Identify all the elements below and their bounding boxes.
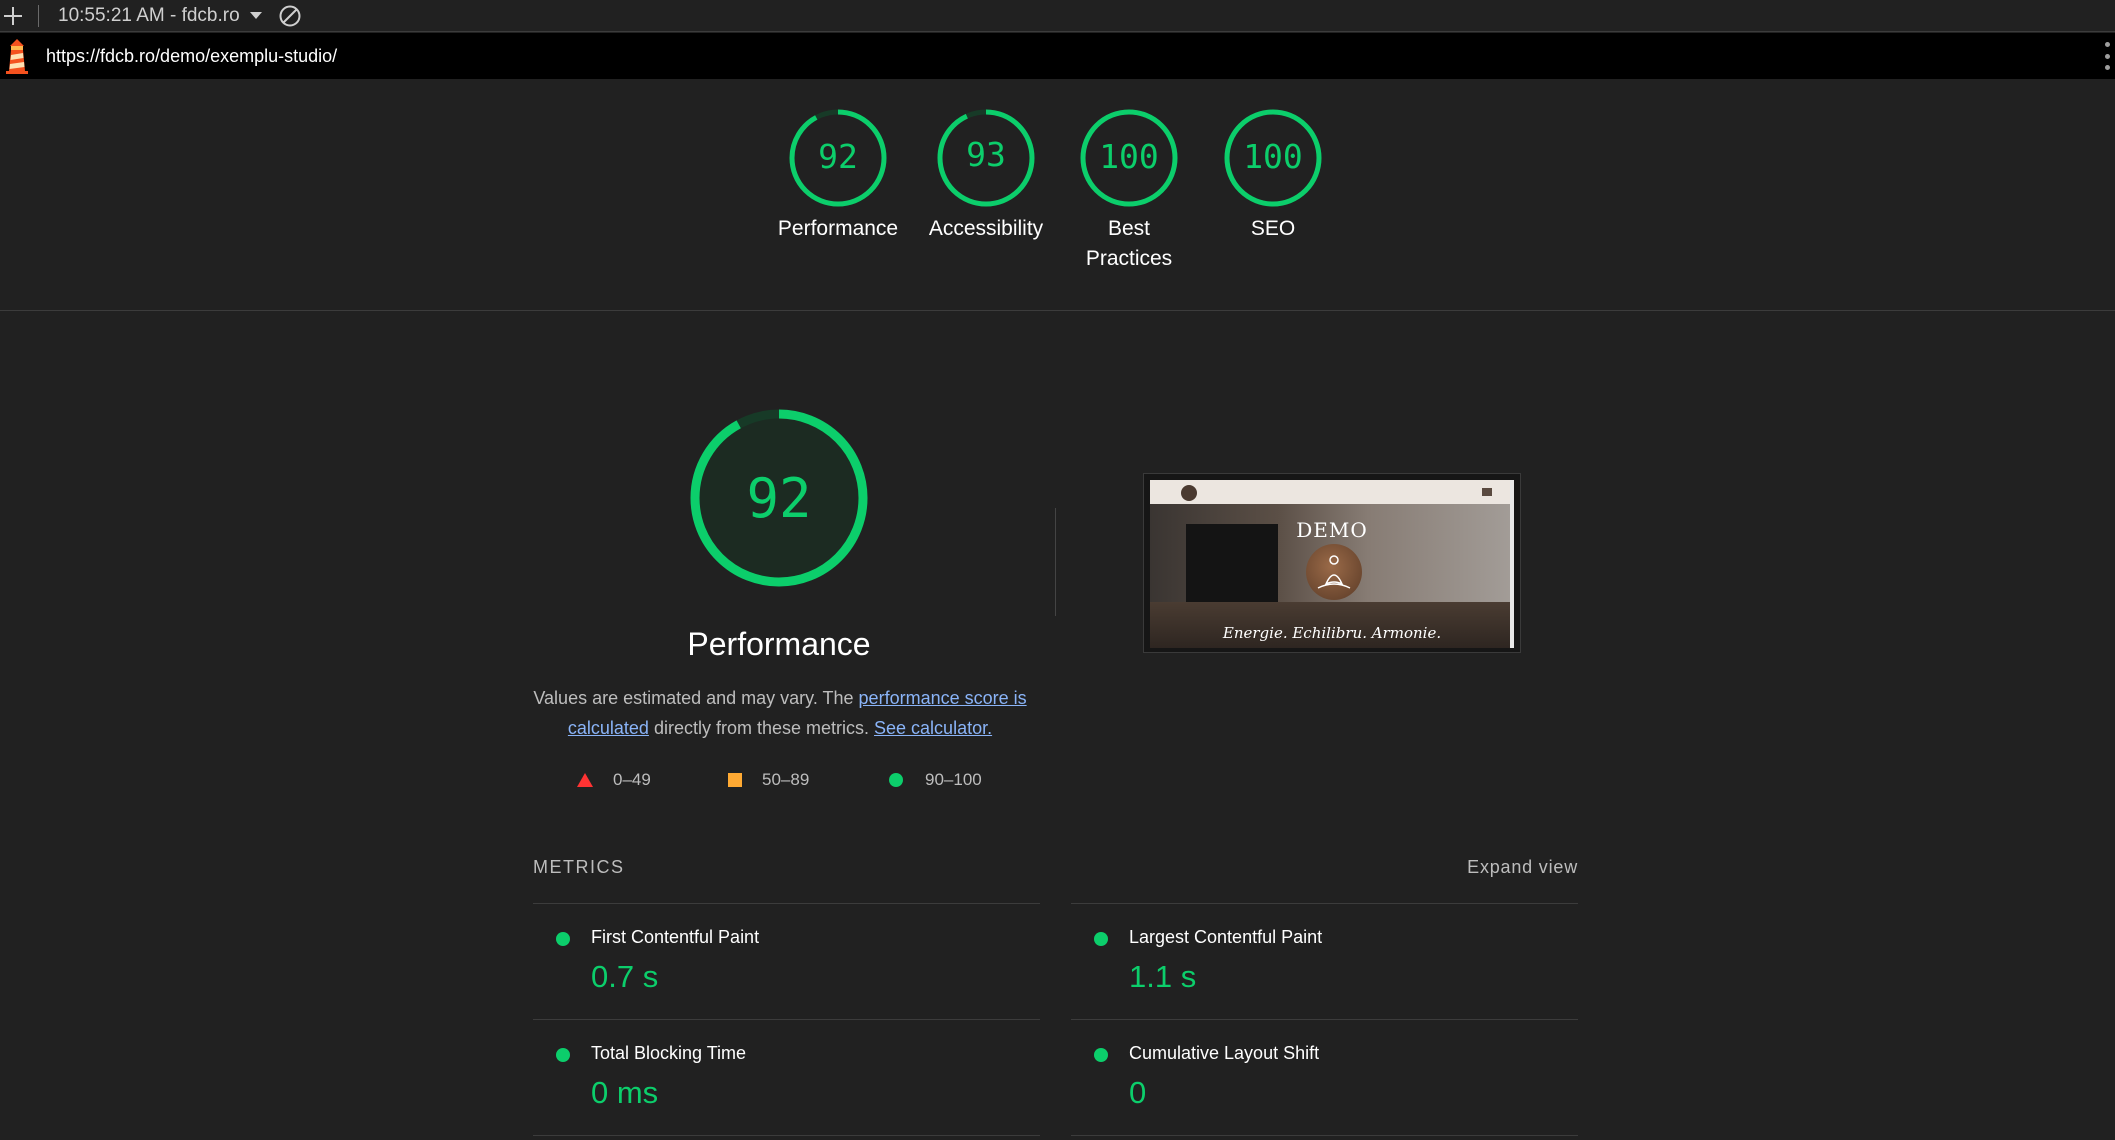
metrics-header: METRICS Expand view [533,857,1578,881]
gauge-label: Accessibility [928,217,1044,240]
legend-pass-label: 90–100 [925,770,982,789]
gauge-label: Performance [777,217,899,240]
performance-score: 92 [746,467,811,530]
more-options-icon[interactable] [2103,42,2111,70]
page-url[interactable]: https://fdcb.ro/demo/exemplu-studio/ [46,46,337,67]
gauge-label: SEO [1250,217,1296,240]
score-ring: 93 [937,109,1035,207]
section-divider [0,310,2115,311]
score-legend: 0–49 50–89 90–100 [0,770,2115,792]
metric-name: First Contentful Paint [591,927,760,947]
screenshot-tagline: Energie. Echilibru. Armonie. [1222,624,1442,642]
legend-average-label: 50–89 [762,770,810,789]
performance-title: Performance [687,626,871,662]
screenshot-menu-icon [1482,488,1492,496]
screenshot-scrollbar [1510,480,1514,648]
metric-fcp: First Contentful Paint 0.7 s [533,903,1040,1019]
pass-circle-icon [556,932,570,946]
new-report-icon[interactable] [2,5,24,27]
report-selector[interactable]: 10:55:21 AM - fdcb.ro [58,5,262,27]
final-screenshot[interactable]: DEMO Energie. Echilibru. Armonie. [1143,473,1521,653]
metric-lcp: Largest Contentful Paint 1.1 s [1071,903,1578,1019]
pass-circle-icon [556,1048,570,1062]
gauge-seo[interactable]: 100 SEO [1198,108,1348,244]
description-text: Values are estimated and may vary. The [533,688,859,708]
metrics-bottom-border [533,1135,1040,1136]
metric-cls: Cumulative Layout Shift 0 [1071,1019,1578,1135]
screenshot-image: DEMO Energie. Echilibru. Armonie. [1150,480,1514,648]
category-scores: 92 Performance 93 Accessibility 100 Best… [0,108,2115,308]
pass-circle-icon [1094,1048,1108,1062]
metric-value: 1.1 s [1129,959,1197,994]
metric-name: Cumulative Layout Shift [1129,1043,1320,1063]
performance-description: Values are estimated and may vary. The p… [530,683,1030,743]
score-ring: 92 [789,109,887,207]
toolbar-separator [38,4,39,27]
clear-icon[interactable] [278,4,302,28]
fail-triangle-icon [577,773,593,787]
metrics-title: METRICS [533,857,625,877]
report-selector-label: 10:55:21 AM - fdcb.ro [58,4,240,26]
calculator-link[interactable]: See calculator. [874,718,992,738]
score-ring: 100 [1080,109,1178,207]
vertical-divider [1055,508,1056,616]
description-text: directly from these metrics. [648,718,875,738]
average-square-icon [728,773,742,787]
gauge-performance[interactable]: 92 Performance [763,108,913,244]
gauge-score: 92 [818,137,858,176]
report-toolbar: 10:55:21 AM - fdcb.ro [0,0,2115,32]
screenshot-header [1150,480,1514,504]
metric-name: Total Blocking Time [591,1043,747,1063]
gauge-score: 100 [1243,137,1303,176]
gauge-accessibility[interactable]: 93 Accessibility [911,108,1061,244]
legend-fail: 0–49 [577,770,651,790]
metrics-bottom-border [1071,1135,1578,1136]
gauge-label: Best Practices [1085,217,1173,270]
performance-score-gauge: 92 [690,409,868,587]
screenshot-heading: DEMO [1296,518,1368,542]
lighthouse-logo-icon [6,39,28,74]
gauge-score: 93 [966,135,1006,174]
legend-pass: 90–100 [889,770,982,790]
metric-value: 0 ms [591,1075,659,1110]
gauge-best-practices[interactable]: 100 Best Practices [1054,108,1204,274]
metric-tbt: Total Blocking Time 0 ms [533,1019,1040,1135]
expand-view-toggle[interactable]: Expand view [1467,857,1578,878]
meditation-emblem-icon [1306,544,1362,600]
chevron-down-icon [249,12,262,19]
screenshot-logo [1181,485,1197,501]
pass-circle-icon [1094,932,1108,946]
metric-value: 0 [1129,1075,1147,1110]
metric-name: Largest Contentful Paint [1129,927,1323,947]
legend-fail-label: 0–49 [613,770,651,789]
metric-value: 0.7 s [591,959,659,994]
legend-average: 50–89 [728,770,809,790]
score-ring: 100 [1224,109,1322,207]
pass-circle-icon [889,773,903,787]
gauge-score: 100 [1099,137,1159,176]
url-bar: https://fdcb.ro/demo/exemplu-studio/ [0,33,2115,79]
